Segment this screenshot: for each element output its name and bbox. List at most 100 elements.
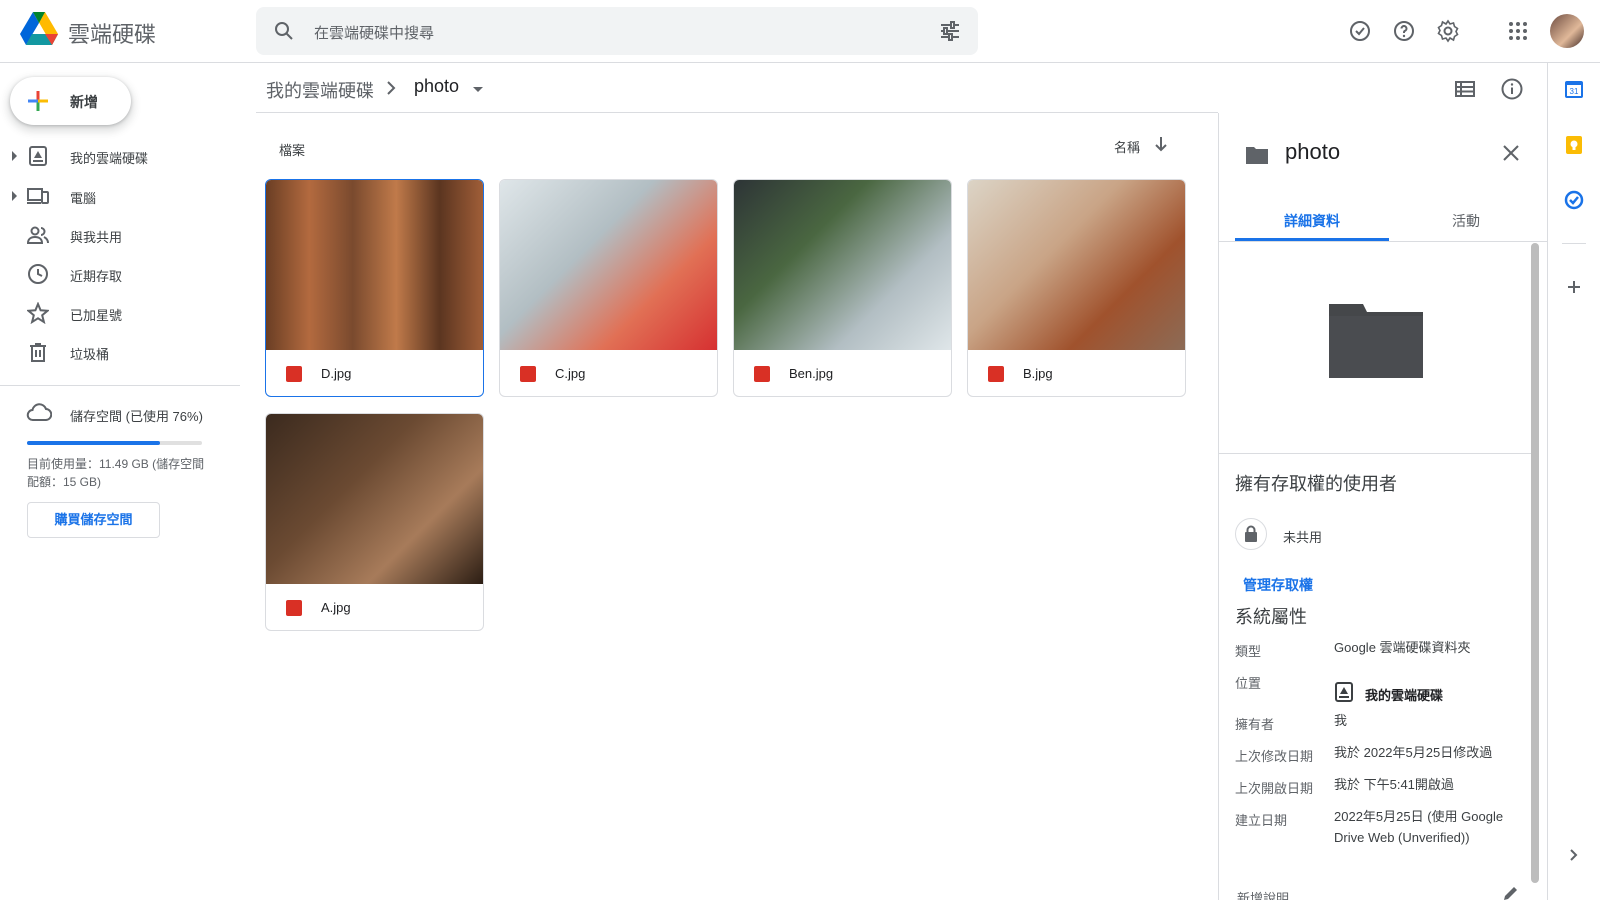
close-icon[interactable] (1499, 141, 1523, 165)
breadcrumb: 我的雲端硬碟 photo (256, 63, 1218, 113)
chevron-down-icon[interactable] (473, 87, 483, 92)
svg-text:31: 31 (1570, 87, 1579, 96)
search-bar[interactable]: 在雲端硬碟中搜尋 (256, 7, 978, 55)
star-icon (27, 302, 49, 324)
sidebar-item-starred[interactable]: 已加星號 (0, 297, 240, 329)
file-name: D.jpg (321, 366, 352, 381)
file-card-ben[interactable]: Ben.jpg (733, 179, 952, 397)
file-name: C.jpg (555, 366, 586, 381)
help-icon[interactable] (1392, 19, 1416, 43)
sidebar-item-trash[interactable]: 垃圾桶 (0, 336, 240, 368)
prop-location-value[interactable]: 我的雲端硬碟 (1365, 685, 1443, 704)
new-button-label: 新增 (70, 94, 98, 110)
expand-arrow-icon[interactable] (12, 151, 17, 161)
storage-usage-fill (27, 441, 160, 445)
expand-arrow-icon[interactable] (12, 191, 17, 201)
file-card-d[interactable]: D.jpg (265, 179, 484, 397)
tasks-icon[interactable] (1564, 190, 1584, 210)
sidebar-item-recent[interactable]: 近期存取 (0, 258, 240, 290)
prop-owner-label: 擁有者 (1235, 717, 1275, 732)
rail-divider (1562, 243, 1586, 244)
app-title[interactable]: 雲端硬碟 (68, 17, 156, 49)
my-drive-icon (1335, 682, 1353, 702)
top-bar: 雲端硬碟 在雲端硬碟中搜尋 (0, 0, 1600, 63)
search-options-icon[interactable] (938, 19, 962, 43)
storage-usage-bar (27, 441, 202, 445)
prop-opened-label: 上次開啟日期 (1235, 781, 1314, 796)
cloud-icon (26, 403, 52, 421)
info-icon[interactable] (1500, 77, 1524, 101)
drive-logo-icon[interactable] (20, 12, 58, 46)
plus-icon (28, 91, 48, 111)
prop-modified-value: 我於 2022年5月25日修改過 (1334, 745, 1493, 760)
search-input[interactable]: 在雲端硬碟中搜尋 (314, 22, 434, 43)
offline-status-icon[interactable] (1348, 19, 1372, 43)
chevron-right-icon[interactable] (1564, 845, 1584, 865)
tab-details[interactable]: 詳細資料 (1235, 201, 1389, 241)
prop-type-label: 類型 (1235, 644, 1262, 659)
prop-created-value: 2022年5月25日 (使用 Google Drive Web (Unverif… (1334, 809, 1504, 845)
file-thumbnail (968, 180, 1185, 350)
storage-detail: 目前使用量：11.49 GB (儲存空間配額：15 GB) (27, 457, 205, 489)
new-button[interactable]: 新增 (10, 77, 131, 125)
folder-icon (1246, 147, 1268, 164)
edit-pencil-icon[interactable] (1501, 883, 1521, 900)
file-card-a[interactable]: A.jpg (265, 413, 484, 631)
file-name: A.jpg (321, 600, 351, 615)
lock-avatar (1235, 518, 1267, 550)
manage-access-link[interactable]: 管理存取權 (1243, 575, 1313, 595)
sidebar-item-label: 已加星號 (70, 308, 123, 323)
computer-icon (27, 188, 49, 204)
chevron-right-icon (387, 81, 396, 95)
keep-icon[interactable] (1564, 135, 1584, 155)
sort-by-name-button[interactable]: 名稱 (1114, 137, 1140, 156)
prop-type-value: Google 雲端硬碟資料夾 (1334, 640, 1471, 655)
storage-title[interactable]: 儲存空間 (已使用 76%) (70, 406, 203, 425)
file-thumbnail (266, 180, 483, 350)
add-description-field[interactable]: 新增說明 (1237, 888, 1289, 900)
account-avatar[interactable] (1550, 14, 1584, 48)
calendar-icon[interactable]: 31 (1564, 79, 1584, 99)
image-file-icon (988, 366, 1004, 382)
image-file-icon (286, 600, 302, 616)
list-view-icon[interactable] (1453, 77, 1477, 101)
clock-icon (28, 264, 48, 284)
prop-created-label: 建立日期 (1235, 813, 1288, 828)
file-card-c[interactable]: C.jpg (499, 179, 718, 397)
prop-location-label: 位置 (1235, 676, 1262, 691)
lock-icon (1245, 525, 1257, 542)
arrow-down-icon[interactable] (1152, 135, 1170, 153)
large-folder-icon (1329, 304, 1423, 378)
sidebar-item-my-drive[interactable]: 我的雲端硬碟 (0, 140, 240, 172)
file-name: B.jpg (1023, 366, 1053, 381)
details-scrollbar[interactable] (1531, 243, 1539, 883)
image-file-icon (520, 366, 536, 382)
file-thumbnail (734, 180, 951, 350)
image-file-icon (286, 366, 302, 382)
sidebar-divider (0, 385, 240, 386)
sidebar-item-label: 垃圾桶 (70, 347, 110, 362)
file-name: Ben.jpg (789, 366, 834, 381)
buy-storage-button[interactable]: 購買儲存空間 (27, 502, 160, 538)
add-addon-icon[interactable] (1564, 277, 1584, 297)
file-card-b[interactable]: B.jpg (967, 179, 1186, 397)
image-file-icon (754, 366, 770, 382)
settings-gear-icon[interactable] (1436, 19, 1460, 43)
files-section-label: 檔案 (279, 143, 306, 158)
breadcrumb-current-folder[interactable]: photo (414, 76, 459, 97)
sidebar-item-shared[interactable]: 與我共用 (0, 219, 240, 251)
apps-grid-icon[interactable] (1506, 19, 1530, 43)
access-heading: 擁有存取權的使用者 (1235, 474, 1397, 494)
shared-people-icon (27, 226, 49, 244)
details-panel: photo 詳細資料 活動 擁有存取權的使用者 未共用 管理存取權 系統屬性 類… (1218, 113, 1548, 900)
sidebar-item-label: 電腦 (70, 191, 97, 206)
sidebar-item-computers[interactable]: 電腦 (0, 180, 240, 212)
file-thumbnail (500, 180, 717, 350)
breadcrumb-my-drive[interactable]: 我的雲端硬碟 (266, 77, 374, 103)
prop-modified-label: 上次修改日期 (1235, 749, 1314, 764)
folder-preview (1219, 242, 1531, 454)
trash-icon (30, 343, 46, 362)
tab-activity[interactable]: 活動 (1389, 201, 1543, 241)
prop-opened-value: 我於 下午5:41開啟過 (1334, 777, 1454, 792)
search-icon[interactable] (272, 19, 296, 43)
